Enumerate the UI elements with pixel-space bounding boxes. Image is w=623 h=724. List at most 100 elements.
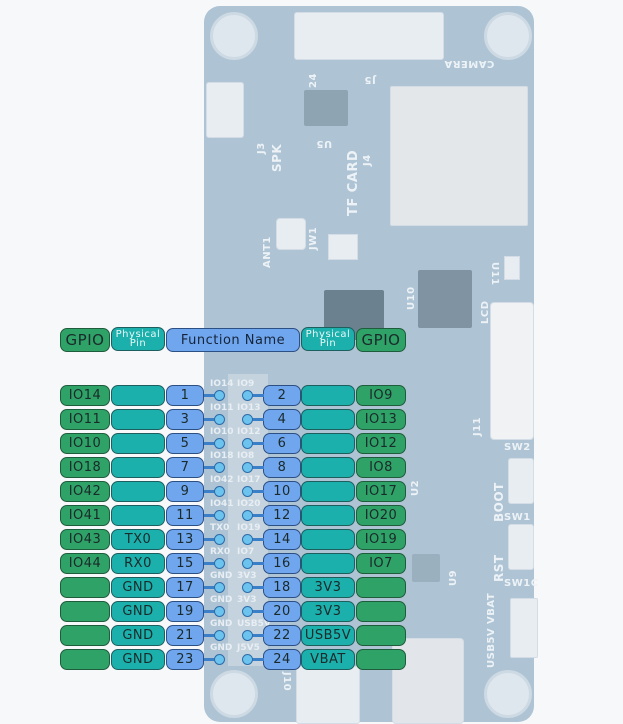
camera-connector xyxy=(294,12,444,60)
silk-sw2: SW2 xyxy=(504,442,531,453)
left-gpio-cell: IO11 xyxy=(60,409,110,430)
silk-camera: CAMERA xyxy=(444,58,495,69)
silk-j5: J5 xyxy=(364,74,376,85)
right-pin-pad xyxy=(242,438,253,449)
silk-jw1: JW1 xyxy=(308,226,319,250)
right-gpio-cell: IO13 xyxy=(356,409,406,430)
pad-label-left: RX0 xyxy=(210,547,231,557)
right-pin-number: 4 xyxy=(263,409,301,430)
u11-led xyxy=(504,256,520,280)
left-pin-number: 21 xyxy=(166,625,204,646)
left-pin-pad xyxy=(214,534,225,545)
left-function-cell: GND xyxy=(111,649,165,670)
left-gpio-cell: IO43 xyxy=(60,529,110,550)
right-pin-number: 22 xyxy=(263,625,301,646)
left-gpio-cell xyxy=(60,625,110,646)
right-function-cell: 3V3 xyxy=(301,577,355,598)
pad-label-left: GND xyxy=(210,643,233,653)
pad-label-right: 3V3 xyxy=(237,571,257,581)
pad-label-left: IO18 xyxy=(210,451,234,461)
pad-label-right: IO8 xyxy=(237,451,255,461)
header-physical-pin-left: Physical Pin xyxy=(111,327,165,351)
right-gpio-cell xyxy=(356,577,406,598)
right-function-cell xyxy=(301,505,355,526)
left-pin-pad xyxy=(214,390,225,401)
pad-label-right: IO9 xyxy=(237,379,255,389)
silk-u10: U10 xyxy=(406,286,417,310)
silk-j4-label: 24 xyxy=(308,73,319,88)
left-function-cell: TX0 xyxy=(111,529,165,550)
left-gpio-cell: IO14 xyxy=(60,385,110,406)
right-pin-pad xyxy=(242,486,253,497)
left-pin-pad xyxy=(214,654,225,665)
pad-label-left: IO10 xyxy=(210,427,234,437)
right-function-cell: USB5V xyxy=(301,625,355,646)
right-gpio-cell: IO8 xyxy=(356,457,406,478)
silk-u5: U5 xyxy=(316,138,333,149)
right-pin-number: 16 xyxy=(263,553,301,574)
silk-sw1: SW1 xyxy=(504,512,531,523)
pad-label-right: IO20 xyxy=(237,499,261,509)
right-function-cell xyxy=(301,481,355,502)
left-function-cell xyxy=(111,385,165,406)
left-pin-number: 13 xyxy=(166,529,204,550)
left-gpio-cell: IO44 xyxy=(60,553,110,574)
pad-label-right: IO17 xyxy=(237,475,261,485)
right-function-cell xyxy=(301,433,355,454)
right-pin-number: 14 xyxy=(263,529,301,550)
left-function-cell: GND xyxy=(111,577,165,598)
pad-label-right: IO13 xyxy=(237,403,261,413)
left-pin-pad xyxy=(214,462,225,473)
pad-label-left: IO14 xyxy=(210,379,234,389)
silk-sw1c: SW1C xyxy=(504,578,539,589)
right-pin-number: 8 xyxy=(263,457,301,478)
left-function-cell: GND xyxy=(111,625,165,646)
left-gpio-cell xyxy=(60,577,110,598)
left-pin-number: 9 xyxy=(166,481,204,502)
antenna-connector xyxy=(276,218,306,250)
silk-usb5v: USB5V xyxy=(486,627,497,668)
silk-j11: J11 xyxy=(472,416,483,436)
left-gpio-cell xyxy=(60,601,110,622)
right-function-cell xyxy=(301,553,355,574)
left-gpio-cell: IO18 xyxy=(60,457,110,478)
right-pin-number: 10 xyxy=(263,481,301,502)
left-gpio-cell: IO41 xyxy=(60,505,110,526)
right-function-cell xyxy=(301,409,355,430)
right-pin-number: 18 xyxy=(263,577,301,598)
left-function-cell xyxy=(111,457,165,478)
left-function-cell xyxy=(111,505,165,526)
boot-button xyxy=(508,458,534,504)
silk-u9: U9 xyxy=(448,569,459,586)
silk-u2: U2 xyxy=(410,479,421,496)
left-pin-pad xyxy=(214,438,225,449)
right-pin-number: 12 xyxy=(263,505,301,526)
silk-j3: J3 xyxy=(256,142,267,154)
silk-j4: J4 xyxy=(362,154,373,166)
right-function-cell xyxy=(301,529,355,550)
silk-j10: J10 xyxy=(281,672,292,692)
mount-hole-bottom-right xyxy=(484,670,532,718)
u9-chip xyxy=(412,554,440,582)
mount-hole-top-right xyxy=(484,12,532,60)
right-pin-pad xyxy=(242,630,253,641)
left-function-cell xyxy=(111,481,165,502)
pad-label-left: GND xyxy=(210,595,233,605)
speaker-connector xyxy=(206,82,244,138)
silk-vbat: VBAT xyxy=(486,592,497,624)
pad-label-right: IO7 xyxy=(237,547,255,557)
left-pin-number: 15 xyxy=(166,553,204,574)
left-function-cell xyxy=(111,433,165,454)
silk-u11: U11 xyxy=(489,262,500,286)
right-pin-pad xyxy=(242,534,253,545)
left-pin-number: 17 xyxy=(166,577,204,598)
left-pin-number: 5 xyxy=(166,433,204,454)
pad-label-left: IO11 xyxy=(210,403,234,413)
left-pin-number: 19 xyxy=(166,601,204,622)
right-gpio-cell: IO12 xyxy=(356,433,406,454)
right-function-cell: 3V3 xyxy=(301,601,355,622)
right-pin-pad xyxy=(242,582,253,593)
pad-label-right: 3V3 xyxy=(237,595,257,605)
right-pin-pad xyxy=(242,510,253,521)
pad-label-left: GND xyxy=(210,619,233,629)
